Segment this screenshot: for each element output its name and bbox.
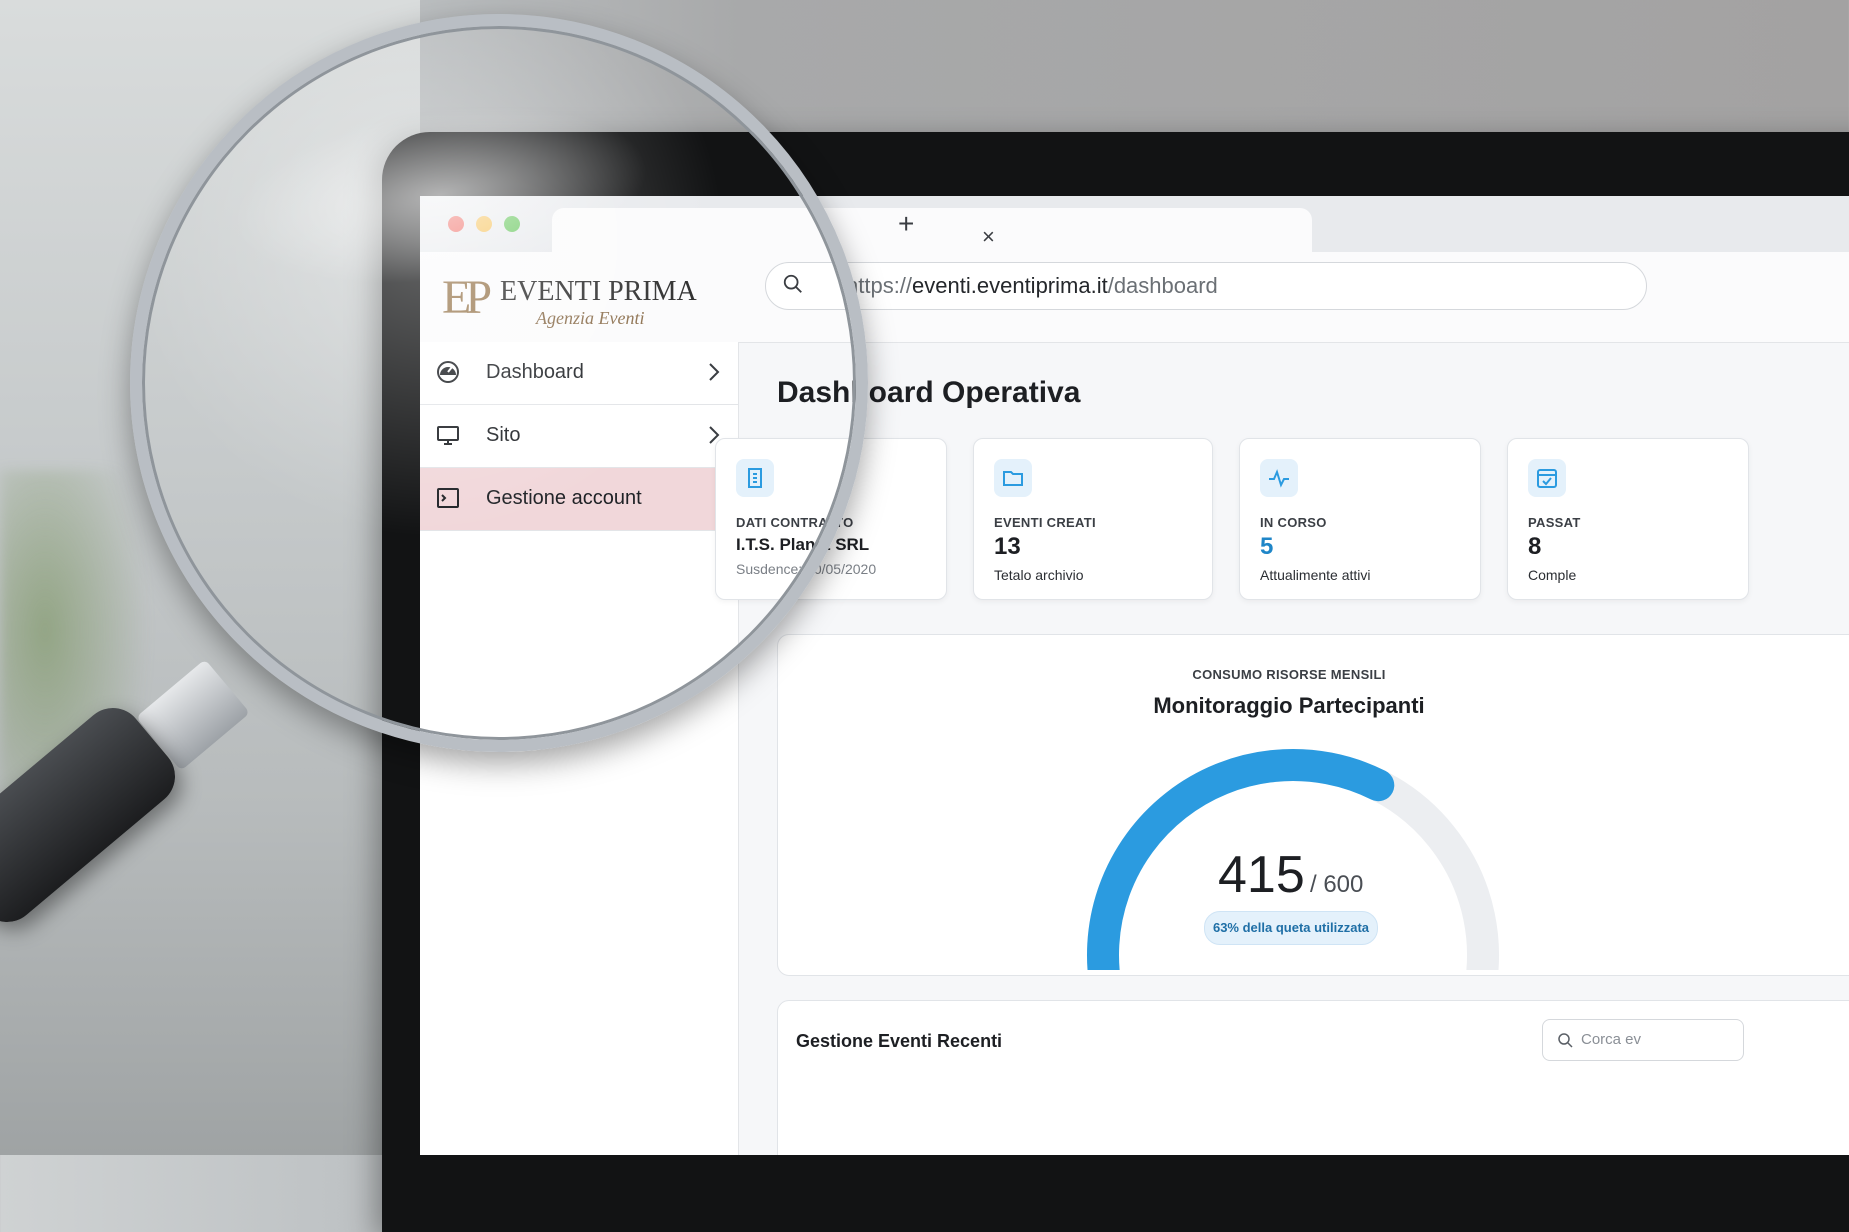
maximize-window-button[interactable] [504, 216, 520, 232]
card-passati[interactable]: PASSAT 8 Comple [1507, 438, 1749, 600]
card-subtext: Tetalo archivio [994, 567, 1084, 583]
url-text[interactable]: https://eventi.eventiprima.it/dashboard [846, 273, 1218, 299]
gauge-value: 415 [1218, 846, 1305, 904]
monitor-icon [437, 426, 459, 445]
close-window-button[interactable] [448, 216, 464, 232]
search-placeholder: Corca ev [1581, 1031, 1642, 1048]
sidebar-item-label: Dashboard [486, 361, 584, 383]
card-subtext: Susdence: 20/05/2020 [736, 561, 877, 577]
card-label: PASSAT [1528, 515, 1581, 530]
card-value: 13 [994, 533, 1021, 560]
page-title: Dashboard Operativa [777, 376, 1081, 409]
recent-events-panel: Gestione Eventi Recenti Corca ev [777, 1000, 1849, 1155]
main-content: Dashboard Operativa DATI CONTRATTO I.T.S… [715, 342, 1849, 1155]
new-tab-button[interactable]: + [898, 210, 914, 238]
sidebar: Dashboard Sito Gestione account [420, 342, 739, 1155]
sidebar-item-label: Sito [486, 424, 521, 446]
card-in-corso[interactable]: IN CORSO 5 Attualimente attivi [1239, 438, 1481, 600]
card-value: 8 [1528, 533, 1542, 560]
recent-events-title: Gestione Eventi Recenti [796, 1031, 1003, 1051]
sidebar-item-label: Gestione account [486, 487, 642, 509]
brand-logo[interactable]: EP EVENTI PRIMA Agenzia Eventi [442, 270, 702, 328]
card-subtext: Attualimente attivi [1260, 567, 1371, 583]
gauge-panel: CONSUMO RISORSE MENSILI Monitoraggio Par… [777, 634, 1849, 976]
url-prefix: https:// [846, 273, 913, 298]
search-icon [783, 274, 802, 293]
toolbar: EP EVENTI PRIMA Agenzia Eventi https://e… [420, 252, 1849, 343]
logo-monogram: EP [442, 271, 492, 324]
card-value: I.T.S. Planet SRL [736, 535, 870, 554]
tab-bar: × + [420, 196, 1849, 252]
card-label: DATI CONTRATTO [736, 515, 854, 530]
gauge-icon [437, 361, 459, 383]
browser-window: × + EP EVENTI PRIMA Agenzia Eventi https… [420, 196, 1849, 1155]
usage-badge-text: 63% della queta utilizzata [1212, 920, 1370, 935]
sidebar-item-sito[interactable]: Sito [420, 405, 738, 468]
url-path: /dashboard [1107, 273, 1218, 298]
activity-icon [1260, 459, 1298, 497]
gauge-max: / 600 [1310, 871, 1364, 898]
chevron-right-icon [709, 363, 720, 381]
card-label: EVENTI CREATI [994, 515, 1096, 530]
close-tab-icon[interactable]: × [982, 226, 995, 248]
gauge-kicker: CONSUMO RISORSE MENSILI [1192, 667, 1386, 682]
card-dati-contratto[interactable]: DATI CONTRATTO I.T.S. Planet SRL Susdenc… [715, 438, 947, 600]
sidebar-item-gestione-account[interactable]: Gestione account [420, 468, 738, 531]
building-icon [736, 459, 774, 497]
sidebar-item-dashboard[interactable]: Dashboard [420, 342, 738, 405]
terminal-icon [437, 488, 459, 508]
folder-icon [994, 459, 1032, 497]
logo-subtitle: Agenzia Eventi [536, 308, 645, 328]
logo-title: EVENTI PRIMA [500, 276, 697, 307]
card-subtext: Comple [1528, 567, 1577, 583]
browser-tab[interactable]: × [552, 208, 1312, 252]
minimize-window-button[interactable] [476, 216, 492, 232]
usage-badge: 63% della queta utilizzata [1204, 911, 1378, 945]
calendar-check-icon [1528, 459, 1566, 497]
address-bar[interactable]: https://eventi.eventiprima.it/dashboard [765, 262, 1647, 310]
card-label: IN CORSO [1260, 515, 1327, 530]
gauge-title: Monitoraggio Partecipanti [1153, 693, 1425, 718]
card-value: 5 [1260, 533, 1274, 560]
recent-events-search[interactable]: Corca ev [1542, 1019, 1744, 1061]
url-host: eventi.eventiprima.it [912, 273, 1108, 298]
card-eventi-creati[interactable]: EVENTI CREATI 13 Tetalo archivio [973, 438, 1213, 600]
search-icon [1558, 1033, 1573, 1048]
